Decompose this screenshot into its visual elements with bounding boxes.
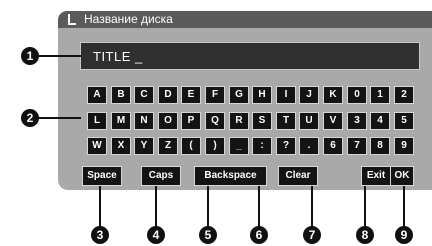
key-1-10[interactable]: V [323, 112, 343, 130]
key-2-1[interactable]: X [111, 137, 131, 155]
clear-button[interactable]: Clear [278, 166, 318, 186]
title-input[interactable]: TITLE _ [80, 42, 420, 70]
key-1-0[interactable]: L [87, 112, 107, 130]
key-2-3[interactable]: Z [158, 137, 178, 155]
key-0-11[interactable]: 0 [347, 86, 367, 104]
key-2-2[interactable]: Y [134, 137, 154, 155]
caps-button[interactable]: Caps [141, 166, 181, 186]
callout-6-line [258, 186, 260, 230]
callout-2-line [37, 117, 81, 119]
key-0-13[interactable]: 2 [394, 86, 414, 104]
key-1-7[interactable]: S [252, 112, 272, 130]
key-2-9[interactable]: . [299, 137, 319, 155]
callout-9-line [403, 186, 405, 230]
callout-7: 7 [303, 226, 321, 244]
key-0-10[interactable]: K [323, 86, 343, 104]
callout-3-line [99, 186, 101, 230]
exit-button[interactable]: Exit [361, 166, 391, 186]
callout-3: 3 [91, 226, 109, 244]
callout-1-line [37, 55, 81, 57]
key-1-12[interactable]: 4 [370, 112, 390, 130]
key-0-8[interactable]: I [276, 86, 296, 104]
key-0-0[interactable]: A [87, 86, 107, 104]
callout-5-line [207, 186, 209, 230]
callout-7-line [311, 186, 313, 230]
key-1-8[interactable]: T [276, 112, 296, 130]
key-2-7[interactable]: : [252, 137, 272, 155]
callout-8: 8 [356, 226, 374, 244]
key-2-11[interactable]: 7 [347, 137, 367, 155]
window-header: Название диска [58, 11, 432, 28]
ok-button[interactable]: OK [390, 166, 414, 186]
key-0-4[interactable]: E [181, 86, 201, 104]
key-1-6[interactable]: R [229, 112, 249, 130]
key-2-13[interactable]: 9 [394, 137, 414, 155]
key-1-11[interactable]: 3 [347, 112, 367, 130]
key-0-5[interactable]: F [205, 86, 225, 104]
key-1-9[interactable]: U [299, 112, 319, 130]
callout-6: 6 [250, 226, 268, 244]
callout-1: 1 [21, 47, 39, 65]
key-1-5[interactable]: Q [205, 112, 225, 130]
callout-5: 5 [199, 226, 217, 244]
space-button[interactable]: Space [82, 166, 122, 186]
key-1-1[interactable]: M [111, 112, 131, 130]
key-1-3[interactable]: O [158, 112, 178, 130]
key-1-2[interactable]: N [134, 112, 154, 130]
key-2-12[interactable]: 8 [370, 137, 390, 155]
callout-9: 9 [395, 226, 413, 244]
key-0-9[interactable]: J [299, 86, 319, 104]
key-2-6[interactable]: _ [229, 137, 249, 155]
key-1-4[interactable]: P [181, 112, 201, 130]
callout-8-line [364, 186, 366, 230]
title-input-value: TITLE _ [93, 49, 143, 64]
key-0-1[interactable]: B [111, 86, 131, 104]
key-2-10[interactable]: 6 [323, 137, 343, 155]
key-0-12[interactable]: 1 [370, 86, 390, 104]
key-2-5[interactable]: ) [205, 137, 225, 155]
backspace-button[interactable]: Backspace [194, 166, 267, 186]
callout-4: 4 [147, 226, 165, 244]
callout-2: 2 [21, 109, 39, 127]
key-0-2[interactable]: C [134, 86, 154, 104]
key-0-7[interactable]: H [252, 86, 272, 104]
key-0-6[interactable]: G [229, 86, 249, 104]
key-2-0[interactable]: W [87, 137, 107, 155]
key-2-4[interactable]: ( [181, 137, 201, 155]
chevron-icon [68, 14, 76, 25]
header-title: Название диска [84, 12, 173, 26]
callout-4-line [155, 186, 157, 230]
key-2-8[interactable]: ? [276, 137, 296, 155]
key-1-13[interactable]: 5 [394, 112, 414, 130]
key-0-3[interactable]: D [158, 86, 178, 104]
